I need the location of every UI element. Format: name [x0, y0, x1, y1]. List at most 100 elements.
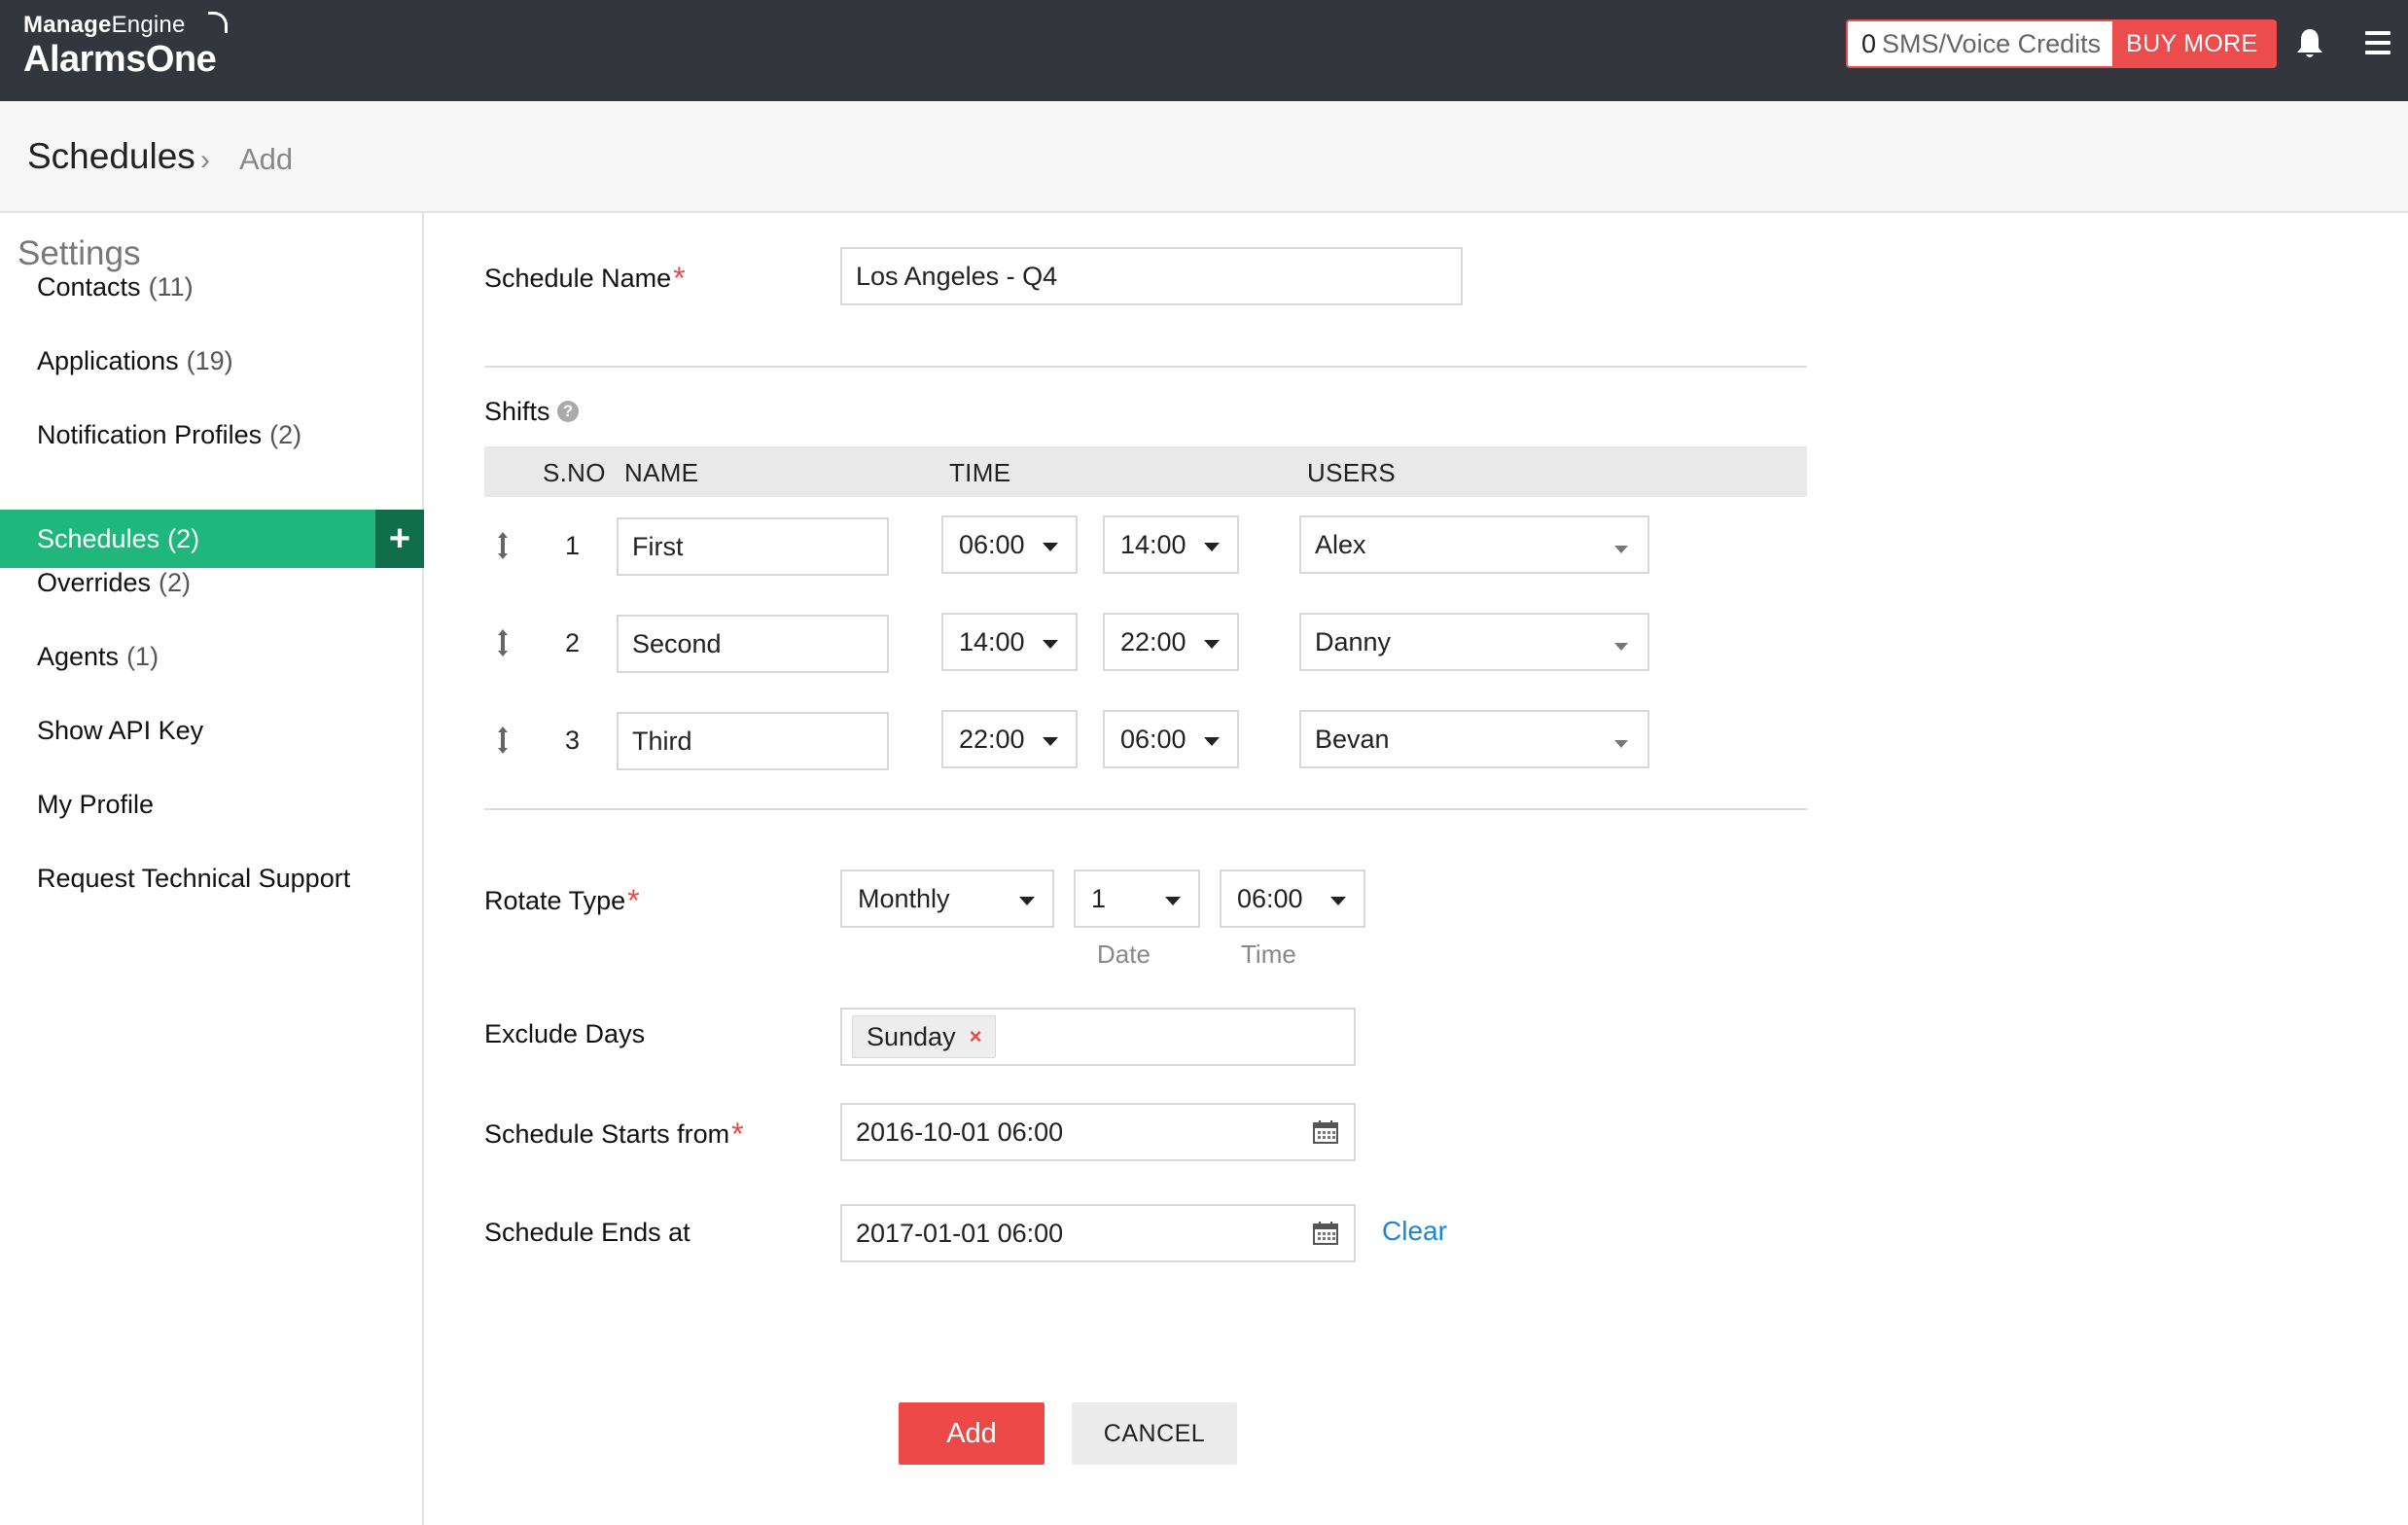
cancel-button[interactable]: CANCEL	[1072, 1402, 1237, 1465]
notification-bell-icon[interactable]	[2295, 27, 2324, 60]
rotate-type-select[interactable]: Monthly	[840, 869, 1054, 928]
drag-handle-icon[interactable]	[496, 628, 510, 657]
shift-start-time-select[interactable]: 14:00	[941, 613, 1078, 671]
shift-sno: 2	[565, 628, 581, 657]
exclude-days-input[interactable]: Sunday ×	[840, 1008, 1356, 1066]
sidebar-item-notification-profiles[interactable]: Notification Profiles (2)	[0, 406, 424, 464]
calendar-icon[interactable]	[1313, 1222, 1338, 1245]
sidebar-item-count: (11)	[148, 271, 194, 301]
date-caption: Date	[1097, 940, 1151, 969]
caret-down-icon	[1204, 640, 1220, 649]
settings-sidebar: Settings Contacts (11) Applications (19) N…	[0, 213, 424, 1525]
product-name: AlarmsOne	[23, 39, 217, 80]
select-value: 14:00	[1120, 529, 1186, 559]
caret-down-icon	[1614, 546, 1628, 553]
credits-number: 0	[1861, 28, 1877, 58]
schedule-starts-input[interactable]: 2016-10-01 06:00	[840, 1103, 1356, 1161]
shift-users-select[interactable]: Bevan	[1299, 710, 1649, 768]
schedule-ends-input[interactable]: 2017-01-01 06:00	[840, 1204, 1356, 1262]
select-value: Bevan	[1315, 724, 1390, 754]
sidebar-item-label: Schedules	[37, 523, 160, 553]
select-value: 06:00	[1120, 724, 1186, 754]
shift-name-input[interactable]: Third	[617, 712, 889, 770]
breadcrumb-current: Add	[239, 142, 294, 176]
chip-label: Sunday	[867, 1021, 956, 1051]
caret-down-icon	[1204, 543, 1220, 551]
schedule-name-input[interactable]: Los Angeles - Q4	[840, 247, 1463, 305]
sidebar-item-count: (2)	[159, 567, 192, 597]
drag-handle-icon[interactable]	[496, 726, 510, 755]
sidebar-item-agents[interactable]: Agents (1)	[0, 627, 424, 686]
hamburger-menu-icon[interactable]	[2365, 31, 2390, 54]
sidebar-item-request-support[interactable]: Request Technical Support	[0, 849, 424, 907]
sidebar-item-label: Show API Key	[37, 715, 204, 745]
brand-bold: Manage	[23, 12, 112, 38]
breadcrumb-schedules[interactable]: Schedules	[27, 136, 195, 177]
select-value: 22:00	[1120, 626, 1186, 656]
sidebar-item-my-profile[interactable]: My Profile	[0, 775, 424, 833]
select-value: 1	[1091, 883, 1107, 913]
day-chip: Sunday ×	[852, 1015, 997, 1058]
caret-down-icon	[1165, 897, 1181, 905]
label-text: Schedule Starts from	[484, 1119, 730, 1149]
select-value: 06:00	[959, 529, 1025, 559]
sidebar-item-label: My Profile	[37, 789, 155, 819]
buy-more-button[interactable]: BUY MORE	[2112, 21, 2276, 66]
brand-light: Engine	[111, 12, 186, 38]
shift-sno: 3	[565, 726, 581, 755]
sidebar-item-label: Contacts	[37, 271, 141, 301]
shift-end-time-select[interactable]: 06:00	[1103, 710, 1239, 768]
required-mark: *	[627, 883, 640, 918]
select-value: Monthly	[858, 883, 950, 913]
credits-label: SMS/Voice Credits	[1882, 28, 2102, 58]
shift-sno: 1	[565, 531, 581, 560]
column-header-sno: S.NO	[543, 458, 606, 487]
rotate-date-select[interactable]: 1	[1074, 869, 1200, 928]
add-button[interactable]: Add	[899, 1402, 1045, 1465]
shift-start-time-select[interactable]: 22:00	[941, 710, 1078, 768]
column-header-time: TIME	[949, 458, 1011, 487]
sidebar-item-count: (2)	[269, 419, 302, 449]
sidebar-item-label: Overrides	[37, 567, 152, 597]
time-caption: Time	[1241, 940, 1296, 969]
remove-chip-icon[interactable]: ×	[970, 1024, 982, 1049]
logo[interactable]: ManageEngine AlarmsOne	[23, 12, 228, 80]
shift-end-time-select[interactable]: 14:00	[1103, 515, 1239, 574]
caret-down-icon	[1043, 543, 1058, 551]
drag-handle-icon[interactable]	[496, 531, 510, 560]
shifts-label: Shifts	[484, 397, 550, 426]
shift-name-input[interactable]: First	[617, 517, 889, 576]
sidebar-item-overrides[interactable]: Overrides (2)	[0, 553, 424, 612]
select-value: 22:00	[959, 724, 1025, 754]
schedule-name-label: Schedule Name*	[484, 259, 686, 296]
sidebar-item-label: Notification Profiles	[37, 419, 263, 449]
calendar-icon[interactable]	[1313, 1120, 1338, 1144]
shift-end-time-select[interactable]: 22:00	[1103, 613, 1239, 671]
shift-users-select[interactable]: Danny	[1299, 613, 1649, 671]
schedule-starts-label: Schedule Starts from*	[484, 1115, 744, 1152]
select-value: 14:00	[959, 626, 1025, 656]
label-text: Rotate Type	[484, 886, 626, 915]
help-icon[interactable]: ?	[557, 401, 579, 422]
top-bar: ManageEngine AlarmsOne 0 SMS/Voice Credi…	[0, 0, 2408, 101]
sidebar-item-label: Applications	[37, 345, 179, 375]
caret-down-icon	[1043, 640, 1058, 649]
shift-name-input[interactable]: Second	[617, 615, 889, 673]
sidebar-item-count: (2)	[167, 523, 200, 553]
rotate-time-select[interactable]: 06:00	[1220, 869, 1365, 928]
divider	[484, 808, 1807, 810]
caret-down-icon	[1330, 897, 1346, 905]
sidebar-item-count: (19)	[186, 345, 233, 375]
caret-down-icon	[1019, 897, 1035, 905]
shifts-table-header: S.NO NAME TIME USERS	[484, 446, 1807, 497]
sidebar-item-contacts[interactable]: Contacts (11)	[0, 258, 424, 316]
sidebar-item-show-api-key[interactable]: Show API Key	[0, 701, 424, 760]
sidebar-item-applications[interactable]: Applications (19)	[0, 332, 424, 390]
shift-users-select[interactable]: Alex	[1299, 515, 1649, 574]
required-mark: *	[673, 261, 686, 296]
shift-start-time-select[interactable]: 06:00	[941, 515, 1078, 574]
select-value: Alex	[1315, 529, 1366, 559]
rotate-type-label: Rotate Type*	[484, 881, 640, 918]
clear-end-date-link[interactable]: Clear	[1382, 1216, 1447, 1247]
caret-down-icon	[1204, 737, 1220, 746]
